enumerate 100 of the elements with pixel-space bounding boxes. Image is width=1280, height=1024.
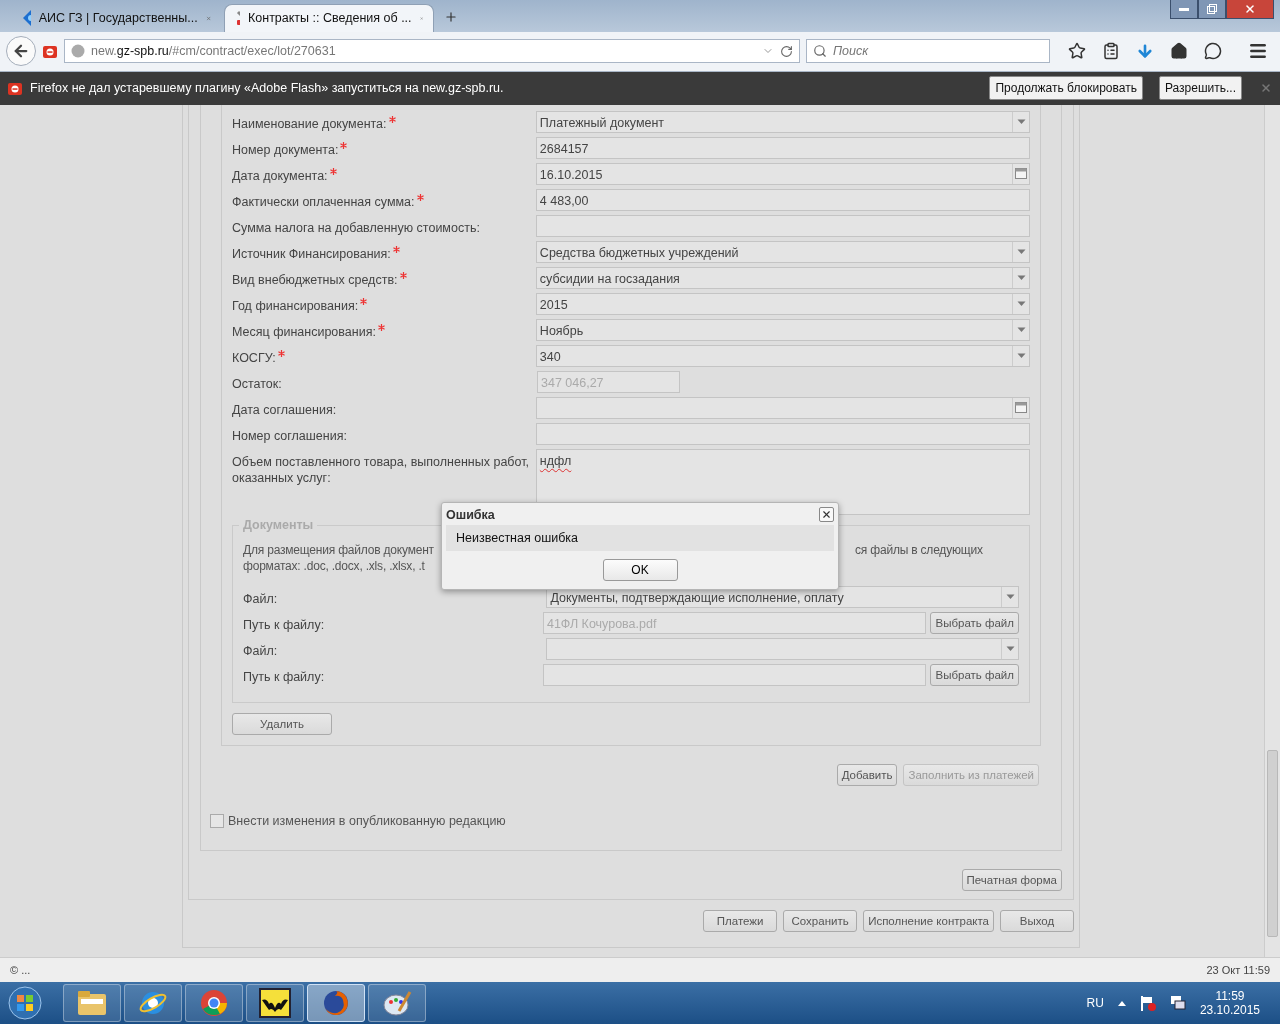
minimize-icon: [1179, 7, 1189, 11]
field-label: Источник Финансирования:: [232, 240, 536, 262]
notification-button[interactable]: Продолжать блокировать: [989, 76, 1143, 101]
action-button[interactable]: Сохранить: [783, 909, 858, 932]
back-button[interactable]: [6, 36, 36, 67]
action-button[interactable]: Исполнение контракта: [863, 909, 994, 932]
help-text: форматах: .doc, .docx, .xls, .xlsx, .t: [243, 557, 425, 574]
field-label: Номер соглашения:: [232, 427, 348, 444]
clock[interactable]: 11:59 23.10.2015: [1199, 989, 1260, 1018]
field-label: Номер документа:: [232, 136, 536, 158]
help-text: Для размещения файлов документ: [243, 541, 434, 558]
required-icon: [388, 115, 396, 123]
readonly-field: 347 046,27: [537, 370, 680, 393]
restore-icon: [1207, 4, 1217, 14]
close-icon[interactable]: [1260, 82, 1272, 95]
dropdown-arrow-icon[interactable]: [1016, 118, 1026, 125]
file-path-field[interactable]: [542, 663, 927, 686]
input-field[interactable]: [535, 214, 1030, 237]
select-field[interactable]: [546, 637, 1019, 660]
required-icon: [340, 141, 348, 149]
minimize-button[interactable]: [1170, 0, 1198, 19]
flag-icon[interactable]: [1139, 995, 1156, 1012]
new-tab-icon[interactable]: [444, 9, 458, 24]
folder-icon: [77, 990, 107, 1017]
ok-button[interactable]: OK: [602, 558, 678, 581]
required-icon: [392, 245, 400, 253]
address-bar[interactable]: new.gz-spb.ru/#cm/contract/exec/lot/270631: [64, 39, 800, 64]
select-field[interactable]: Средства бюджетных учреждений: [535, 240, 1030, 263]
required-icon: [416, 193, 424, 201]
bookmarks-list-icon[interactable]: [1102, 42, 1120, 61]
calendar-icon[interactable]: [1015, 402, 1027, 414]
required-icon: [377, 323, 385, 331]
dropdown-arrow-icon[interactable]: [1016, 248, 1026, 255]
field-label: Файл:: [243, 642, 279, 659]
globe-icon: [71, 44, 85, 59]
scrollbar[interactable]: [1264, 104, 1280, 958]
notification-button[interactable]: Разрешить...: [1158, 76, 1242, 101]
field-label: Объем поставленного товара, выполненных работ, оказанных услуг:: [232, 453, 530, 486]
chrome-icon: [199, 988, 229, 1019]
field-label: Дата соглашения:: [232, 401, 338, 418]
calendar-icon[interactable]: [1015, 168, 1027, 180]
checkbox-label: Внести изменения в опубликованную редакцию: [228, 813, 506, 828]
select-field[interactable]: 340: [535, 344, 1030, 367]
plugin-blocked-icon: [8, 81, 22, 96]
taskbar-app[interactable]: [307, 984, 365, 1023]
input-field[interactable]: 2684157: [535, 136, 1030, 159]
field-label: Остаток:: [232, 375, 283, 392]
dropdown-arrow-icon[interactable]: [1016, 300, 1026, 307]
dropdown-arrow-icon[interactable]: [1016, 352, 1026, 359]
bat-icon: [259, 988, 291, 1019]
dropdown-arrow-icon[interactable]: [1016, 326, 1026, 333]
browser-tab[interactable]: АИС ГЗ | Государственны...: [12, 3, 222, 32]
form-button[interactable]: Добавить: [836, 763, 898, 786]
select-field[interactable]: 2015: [535, 292, 1030, 315]
field-label: Сумма налога на добавленную стоимость:: [232, 219, 481, 236]
status-text: © ...: [10, 964, 31, 977]
bookmark-star-icon[interactable]: [1068, 42, 1086, 61]
dropdown-arrow-icon[interactable]: [1005, 593, 1015, 600]
close-button[interactable]: [819, 507, 834, 523]
field-label: КОСГУ:: [232, 344, 536, 366]
required-icon: [360, 297, 368, 305]
field-label: Файл:: [243, 590, 279, 607]
select-field[interactable]: Ноябрь: [535, 318, 1030, 341]
action-button[interactable]: Выход: [1000, 909, 1074, 932]
help-text: ся файлы в следующих: [855, 541, 983, 558]
choose-file-button[interactable]: Выбрать файл: [930, 611, 1019, 634]
plugin-blocked-icon[interactable]: [42, 43, 58, 60]
checkbox[interactable]: [210, 813, 224, 828]
date-field[interactable]: [535, 396, 1030, 419]
network-icon[interactable]: [1169, 995, 1186, 1012]
field-label: Путь к файлу:: [243, 668, 326, 685]
action-button[interactable]: Платежи: [703, 909, 778, 932]
restore-button[interactable]: [1198, 0, 1226, 19]
required-icon: [277, 349, 285, 357]
tray-expand-icon[interactable]: [1117, 1000, 1126, 1006]
chat-icon[interactable]: [1204, 42, 1222, 61]
input-field[interactable]: [535, 422, 1030, 445]
home-icon[interactable]: [1170, 42, 1188, 61]
delete-button[interactable]: Удалить: [232, 712, 332, 735]
dialog-message: Неизвестная ошибка: [446, 524, 834, 551]
required-icon: [399, 271, 407, 279]
diamond-icon: [23, 10, 31, 27]
search-field[interactable]: Поиск: [806, 39, 1050, 64]
input-field[interactable]: 4 483,00: [535, 188, 1030, 211]
dropdown-arrow-icon[interactable]: [1005, 645, 1015, 652]
choose-file-button[interactable]: Выбрать файл: [930, 663, 1019, 686]
select-field[interactable]: Платежный документ: [535, 110, 1030, 133]
dropdown-arrow-icon[interactable]: [1016, 274, 1026, 281]
field-label: Дата документа:: [232, 162, 536, 184]
date-field[interactable]: 16.10.2015: [535, 162, 1030, 185]
reload-icon[interactable]: [780, 44, 793, 58]
browser-tab[interactable]: Контракты :: Сведения об ...: [224, 3, 434, 32]
status-text: 23 Окт 11:59: [1206, 964, 1270, 977]
close-icon: [821, 509, 832, 521]
print-form-button[interactable]: Печатная форма: [961, 868, 1062, 891]
language-indicator[interactable]: RU: [1086, 996, 1104, 1011]
palette-icon: [382, 989, 412, 1018]
field-label: Вид внебюджетных средств:: [232, 266, 536, 288]
select-field[interactable]: субсидии на госзадания: [535, 266, 1030, 289]
field-label: Фактически оплаченная сумма:: [232, 188, 536, 210]
